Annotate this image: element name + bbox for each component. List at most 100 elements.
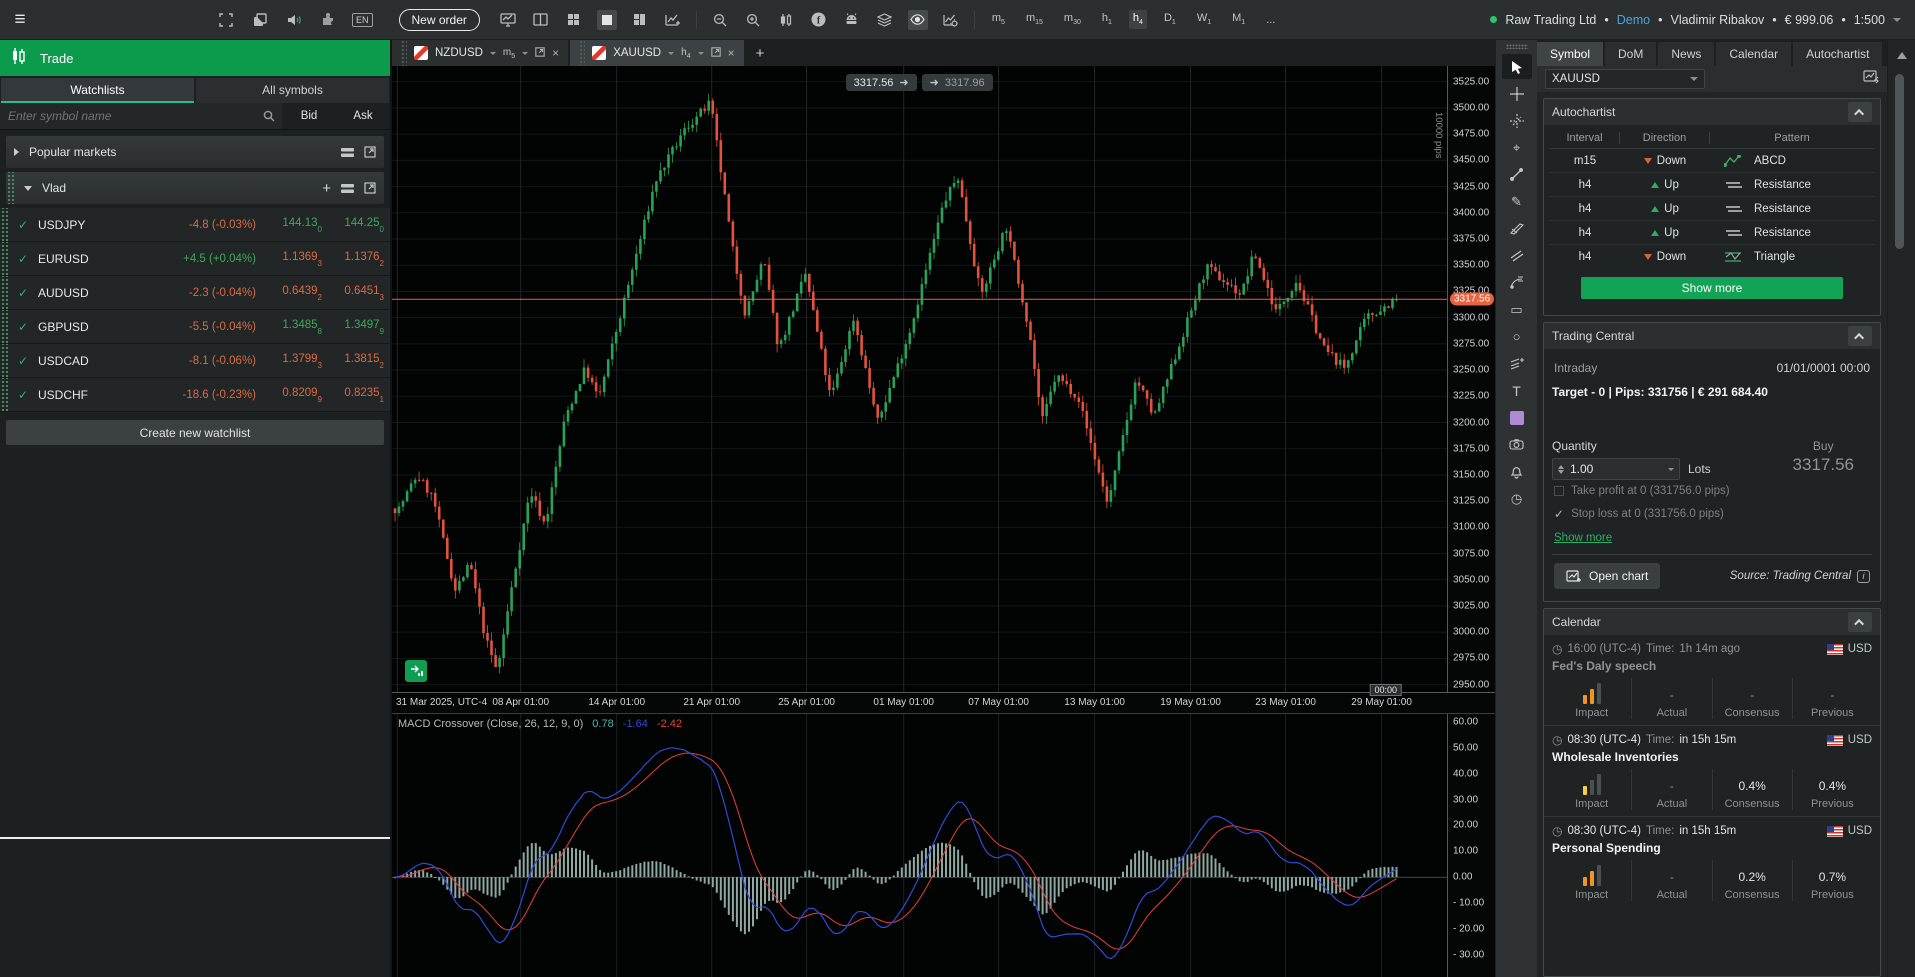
pencil-tool-icon[interactable]: ✎ [1502,189,1532,214]
grid-layout-icon[interactable] [564,10,584,30]
price-axis[interactable]: 3525.003500.003475.003450.003425.003400.… [1447,66,1495,692]
symbol-select[interactable]: XAUUSD [1545,69,1705,89]
layers-icon[interactable] [875,10,895,30]
show-more-button[interactable]: Show more [1581,277,1843,299]
history-replay-icon[interactable]: ◷ [1502,486,1532,511]
pattern-row[interactable]: m15 Down ABCD [1550,149,1874,173]
brush-tool-icon[interactable] [1502,216,1532,241]
chart-tab-nzdusd[interactable]: NZDUSD m5 × [392,40,568,66]
quantity-stepper[interactable]: 1.00 [1552,458,1680,480]
ellipse-tool-icon[interactable]: ○ [1502,324,1532,349]
close-tab-icon[interactable]: × [552,46,559,60]
bid-price[interactable]: 0.64392 [266,285,328,299]
parallel-lines-tool-icon[interactable] [1502,243,1532,268]
pattern-row[interactable]: h4 Up Resistance [1550,221,1874,245]
ask-price[interactable]: 1.38152 [328,353,390,367]
popout-icon[interactable] [711,44,721,62]
popout-icon[interactable] [535,44,545,62]
bid-price[interactable]: 0.82099 [266,387,328,401]
list-view-icon[interactable] [341,183,354,194]
symbol-row-usdchf[interactable]: ✓ USDCHF -18.6 (-0.23%) 0.82099 0.82351 [0,378,390,412]
chart-settings-icon[interactable] [941,10,961,30]
info-icon[interactable]: i [1857,570,1870,583]
timeframe-dropdown-caret[interactable] [522,52,528,55]
fullscreen-icon[interactable] [216,10,236,30]
show-more-link[interactable]: Show more [1552,526,1614,554]
toolbar-grip[interactable] [1506,44,1528,49]
trendline-tool-icon[interactable] [1502,162,1532,187]
windows-copy-icon[interactable] [250,10,270,30]
collapse-panel-button[interactable] [1848,612,1872,632]
alert-bell-icon[interactable] [1502,459,1532,484]
timeframe-h1[interactable]: h1 [1098,10,1116,28]
collapse-panel-button[interactable] [1848,326,1872,346]
timeframe-m5[interactable]: m5 [988,10,1009,28]
timeframe-m1[interactable]: M1 [1228,10,1249,28]
rectangle-tool-icon[interactable]: ▭ [1502,297,1532,322]
text-tool-icon[interactable]: T [1502,378,1532,403]
add-chart-tab-button[interactable]: + [746,40,775,66]
add-chart-icon[interactable] [663,10,683,30]
symbol-row-eurusd[interactable]: ✓ EURUSD +4.5 (+0.04%) 1.13693 1.13762 [0,242,390,276]
zoom-out-icon[interactable] [710,10,730,30]
popout-icon[interactable] [364,182,376,194]
ask-price[interactable]: 1.34979 [328,319,390,333]
timeframe-d1[interactable]: D1 [1160,10,1180,28]
macd-indicator-panel[interactable]: MACD Crossover (Close, 26, 12, 9, 0) 0.7… [392,714,1447,977]
open-chart-button[interactable]: Open chart [1554,563,1660,589]
chart-type-candles-icon[interactable] [776,10,796,30]
symbol-row-audusd[interactable]: ✓ AUDUSD -2.3 (-0.04%) 0.64392 0.64513 [0,276,390,310]
popout-icon[interactable] [364,146,376,158]
spinner-icon[interactable] [1558,465,1564,474]
collapse-panel-button[interactable] [1848,102,1872,122]
pattern-row[interactable]: h4 Down Triangle [1550,245,1874,269]
tab-symbol[interactable]: Symbol [1537,42,1603,66]
plugins-puzzle-icon[interactable] [318,10,338,30]
stop-loss-option[interactable]: ✓ Stop loss at 0 (331756.0 pips) [1552,502,1872,526]
timeframe-m15[interactable]: m15 [1022,10,1047,28]
tab-watchlists[interactable]: Watchlists [1,78,194,103]
bid-price[interactable]: 1.37993 [266,353,328,367]
mixed-layout-icon[interactable] [630,10,650,30]
hamburger-menu-icon[interactable]: ≡ [0,9,40,31]
eye-visibility-icon[interactable] [908,10,928,30]
symbol-row-gbpusd[interactable]: ✓ GBPUSD -5.5 (-0.04%) 1.34858 1.34979 [0,310,390,344]
macd-axis[interactable]: 60.0050.0040.0030.0020.0010.000.00- 10.0… [1447,714,1495,977]
time-axis[interactable]: 00:00 31 Mar 2025, UTC-408 Apr 01:0014 A… [392,692,1495,714]
checkbox-unchecked-icon[interactable] [1554,486,1564,496]
bid-price[interactable]: 1.34858 [266,319,328,333]
sound-icon[interactable] [284,10,304,30]
symbol-dropdown-caret[interactable] [490,52,496,55]
tab-autochartist[interactable]: Autochartist [1793,42,1882,66]
fibonacci-tool-icon[interactable] [1502,270,1532,295]
snapshot-tool-icon[interactable] [1502,432,1532,457]
calendar-event[interactable]: ◷ 08:30 (UTC-4) Time: in 15h 15m USD Per… [1544,817,1880,907]
zoom-in-icon[interactable] [743,10,763,30]
close-tab-icon[interactable]: × [728,46,735,60]
facebook-icon[interactable]: f [809,10,829,30]
layout-split-icon[interactable] [531,10,551,30]
calendar-event[interactable]: ◷ 16:00 (UTC-4) Time: 1h 14m ago USD Fed… [1544,635,1880,726]
android-icon[interactable] [842,10,862,30]
bid-price[interactable]: 1.13693 [266,251,328,265]
drag-grip[interactable] [6,172,14,204]
more-timeframes-button[interactable]: ... [1262,12,1279,28]
language-badge[interactable]: EN [352,13,373,27]
edit-chart-icon[interactable] [1863,70,1879,89]
tab-all-symbols[interactable]: All symbols [196,78,389,103]
quick-buy-badge[interactable]: ➜3317.96 [922,74,993,91]
new-order-button[interactable]: New order [399,9,480,31]
quick-sell-badge[interactable]: 3317.56➜ [846,74,917,91]
chart-display-icon[interactable] [498,10,518,30]
candlestick-chart[interactable]: 3317.56➜ ➜3317.96 10000 pips [392,66,1447,692]
ask-price[interactable]: 1.13762 [328,251,390,265]
tab-dom[interactable]: DoM [1605,42,1656,66]
buy-price[interactable]: 3317.56 [1793,455,1854,475]
timeframe-dropdown-caret[interactable] [698,52,704,55]
pattern-row[interactable]: h4 Up Resistance [1550,197,1874,221]
tab-news[interactable]: News [1658,42,1714,66]
anchor-tool-icon[interactable]: ⌖ [1502,135,1532,160]
symbol-search-input[interactable] [0,103,256,129]
account-info[interactable]: Raw Trading Ltd • Demo • Vladimir Ribako… [1490,13,1915,27]
add-symbol-icon[interactable]: + [322,181,331,196]
